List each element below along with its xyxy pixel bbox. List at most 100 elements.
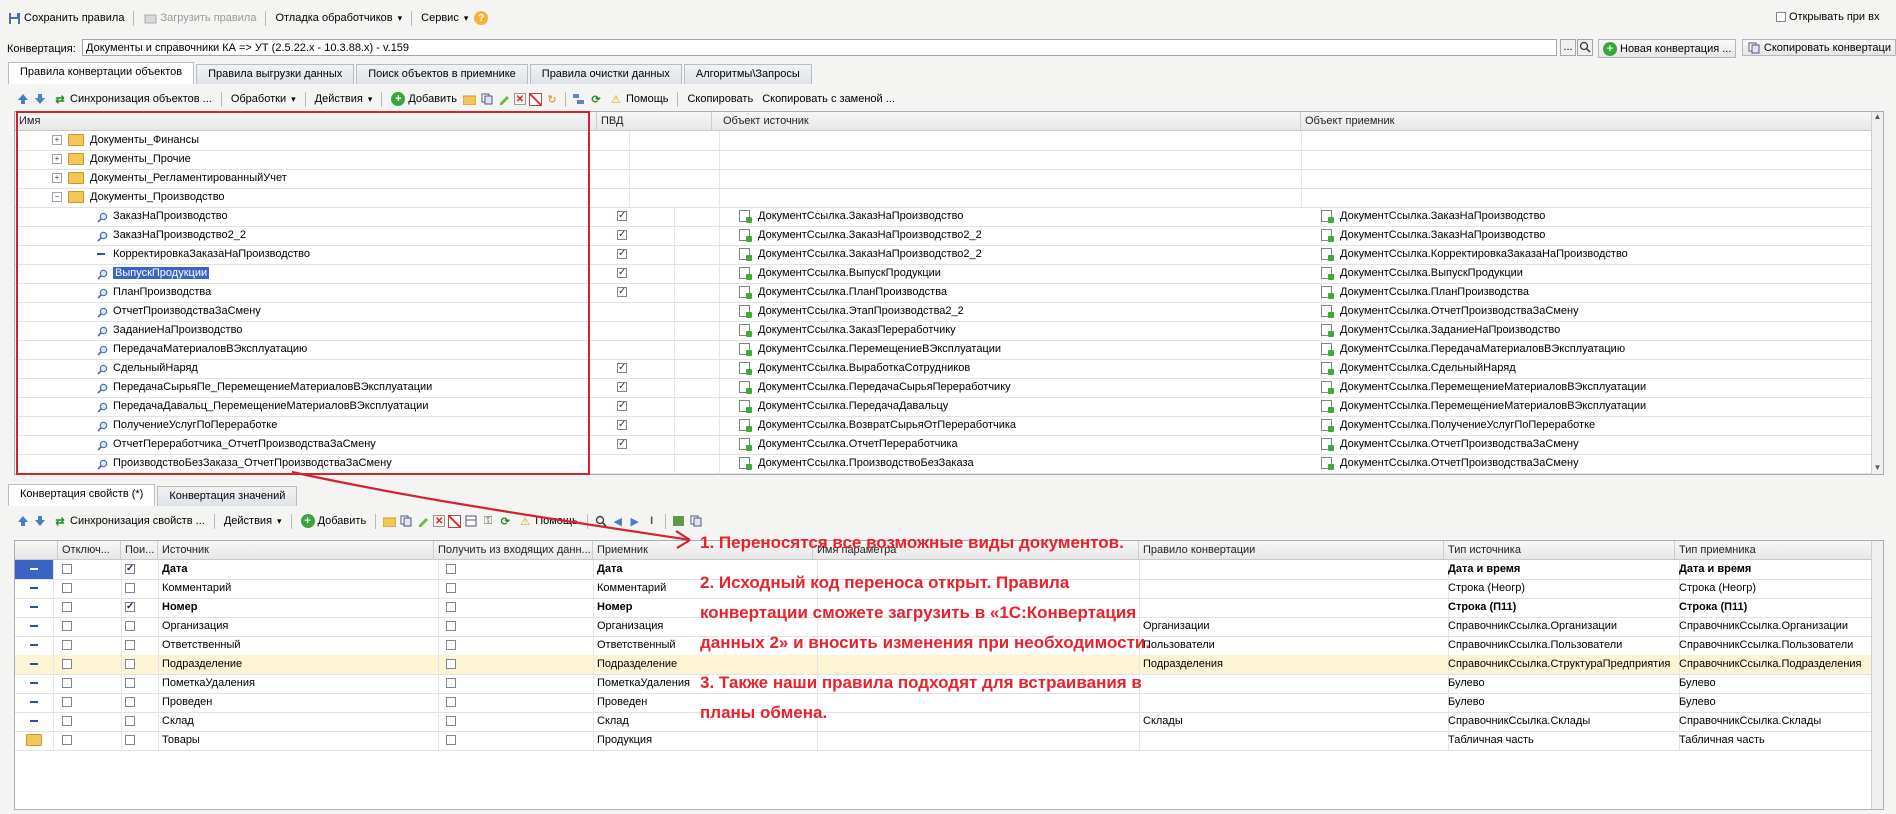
arrow-down-icon[interactable] <box>33 92 47 106</box>
table-row[interactable]: ОтчетПроизводстваЗаСмену ДокументСсылка.Э… <box>15 302 1883 322</box>
mark-delete-icon[interactable] <box>528 92 542 106</box>
copy-conversion-button[interactable]: Скопировать конвертаци <box>1742 39 1896 56</box>
service-menu[interactable]: Сервис <box>418 9 471 27</box>
refresh-icon[interactable]: ⟳ <box>498 514 512 528</box>
edit-pencil-icon[interactable] <box>497 92 511 106</box>
table-row[interactable]: ПередачаСырьяПе_ПеремещениеМатериаловВЭк… <box>15 378 1883 398</box>
copy-row-icon[interactable] <box>480 92 494 106</box>
search-checkbox[interactable] <box>125 716 135 726</box>
column-header-source-type[interactable]: Тип источника <box>1444 541 1675 559</box>
copy-row-icon[interactable] <box>399 514 413 528</box>
sync-properties-button[interactable]: ⇄ Синхронизация свойств ... <box>50 512 208 530</box>
from-incoming-checkbox[interactable] <box>446 735 456 745</box>
processing-menu[interactable]: Обработки <box>228 90 299 108</box>
scroll-up-arrow[interactable]: ▲ <box>1872 112 1883 121</box>
open-on-start-option[interactable]: Открывать при вх <box>1776 11 1894 23</box>
lower-actions-menu[interactable]: Действия <box>221 512 285 530</box>
load-rules-button[interactable]: Загрузить правила <box>140 9 259 27</box>
disabled-checkbox[interactable] <box>62 735 72 745</box>
arrow-up-icon[interactable] <box>16 514 30 528</box>
vertical-scrollbar[interactable]: ▲ ▼ <box>1871 112 1883 474</box>
copy-button[interactable]: Скопировать <box>684 90 756 108</box>
save-rules-button[interactable]: Сохранить правила <box>4 9 127 27</box>
pvd-checkbox[interactable]: ✓ <box>617 401 627 411</box>
copy-settings-icon[interactable] <box>689 514 703 528</box>
actions-menu[interactable]: Действия <box>312 90 376 108</box>
table-row[interactable]: ПланПроизводства ✓ ДокументСсылка.ПланПрои… <box>15 283 1883 303</box>
mark-delete-icon[interactable] <box>448 514 462 528</box>
expand-toggle-icon[interactable]: − <box>52 192 62 203</box>
table-row[interactable]: ЗаданиеНаПроизводство ДокументСсылка.Зака… <box>15 321 1883 341</box>
tab-property-conversion[interactable]: Конвертация свойств (*) <box>8 484 156 506</box>
folder-row[interactable]: + Документы_Прочие <box>15 150 1883 170</box>
search-checkbox[interactable] <box>125 659 135 669</box>
table-row[interactable]: Проведен Проведен Булево Булево <box>15 693 1883 713</box>
search-checkbox[interactable] <box>125 583 135 593</box>
expand-toggle-icon[interactable]: + <box>52 154 62 165</box>
arrow-down-icon[interactable] <box>33 514 47 528</box>
pvd-checkbox[interactable]: ✓ <box>617 420 627 430</box>
pvd-checkbox[interactable]: ✓ <box>617 249 627 259</box>
structure-icon[interactable] <box>572 92 586 106</box>
tab-algorithms[interactable]: Алгоритмы\Запросы <box>683 64 812 84</box>
search-checkbox[interactable] <box>125 678 135 688</box>
conversion-search-button[interactable] <box>1577 39 1593 56</box>
save-settings-icon[interactable] <box>672 514 686 528</box>
column-header-from-incoming[interactable]: Получить из входящих данн... <box>434 541 593 559</box>
pvd-checkbox[interactable]: ✓ <box>617 211 627 221</box>
disabled-checkbox[interactable] <box>62 678 72 688</box>
conversion-field[interactable]: Документы и справочники КА => УТ (2.5.22… <box>82 39 1557 56</box>
from-incoming-checkbox[interactable] <box>446 621 456 631</box>
column-header-pvd[interactable]: ПВД <box>597 112 712 130</box>
search-checkbox[interactable] <box>125 735 135 745</box>
arrow-up-icon[interactable] <box>16 92 30 106</box>
from-incoming-checkbox[interactable] <box>446 583 456 593</box>
delete-icon[interactable]: ✕ <box>433 515 446 527</box>
tab-target-search[interactable]: Поиск объектов в приемнике <box>356 64 528 84</box>
vertical-scrollbar[interactable] <box>1871 541 1883 809</box>
tab-value-conversion[interactable]: Конвертация значений <box>157 486 298 506</box>
text-cursor-icon[interactable]: I <box>645 514 659 528</box>
open-on-start-checkbox[interactable] <box>1776 12 1786 22</box>
add-folder-icon[interactable] <box>382 514 396 528</box>
table-icon[interactable] <box>464 514 478 528</box>
disabled-checkbox[interactable] <box>62 602 72 612</box>
conversion-select-button[interactable]: ... <box>1560 39 1576 56</box>
add-button[interactable]: + Добавить <box>388 90 460 108</box>
refresh-icon[interactable]: ⟳ <box>589 92 603 106</box>
pvd-checkbox[interactable]: ✓ <box>617 230 627 240</box>
column-header-source[interactable]: Источник <box>158 541 434 559</box>
table-row[interactable]: ПроизводствоБезЗаказа_ОтчетПроизводстваЗ… <box>15 454 1883 474</box>
from-incoming-checkbox[interactable] <box>446 697 456 707</box>
from-incoming-checkbox[interactable] <box>446 678 456 688</box>
lower-help-button[interactable]: ⚠ Помощь <box>515 512 581 530</box>
tab-cleanup-rules[interactable]: Правила очистки данных <box>529 64 682 84</box>
copy-replace-button[interactable]: Скопировать с заменой ... <box>759 90 898 108</box>
pvd-checkbox[interactable]: ✓ <box>617 268 627 278</box>
check-icon[interactable]: ↻ <box>545 92 559 106</box>
disabled-checkbox[interactable] <box>62 659 72 669</box>
table-row[interactable]: ПередачаДавальц_ПеремещениеМатериаловВЭк… <box>15 397 1883 417</box>
tab-export-rules[interactable]: Правила выгрузки данных <box>196 64 355 84</box>
arrow-right-icon[interactable]: ▶ <box>628 514 642 528</box>
column-header-search[interactable]: Пои... <box>121 541 158 559</box>
from-incoming-checkbox[interactable] <box>446 564 456 574</box>
add-folder-icon[interactable] <box>463 92 477 106</box>
expand-toggle-icon[interactable]: + <box>52 135 62 146</box>
disabled-checkbox[interactable] <box>62 640 72 650</box>
lower-add-button[interactable]: + Добавить <box>298 512 370 530</box>
table-row[interactable]: ПередачаМатериаловВЭксплуатацию ДокументС… <box>15 340 1883 360</box>
disabled-checkbox[interactable] <box>62 697 72 707</box>
help-question-icon[interactable]: ? <box>474 11 489 25</box>
column-header-disabled[interactable]: Отключ... <box>58 541 121 559</box>
lock-icon[interactable]: ⚿ <box>481 514 495 528</box>
table-row[interactable]: ПолучениеУслугПоПереработке ✓ ДокументСсыл… <box>15 416 1883 436</box>
pvd-checkbox[interactable]: ✓ <box>617 439 627 449</box>
table-row[interactable]: ОтчетПереработчика_ОтчетПроизводстваЗаСм… <box>15 435 1883 455</box>
disabled-checkbox[interactable] <box>62 583 72 593</box>
from-incoming-checkbox[interactable] <box>446 640 456 650</box>
search-checkbox[interactable]: ✓ <box>125 602 135 612</box>
debug-handlers-menu[interactable]: Отладка обработчиков <box>272 9 405 27</box>
disabled-checkbox[interactable] <box>62 621 72 631</box>
column-header-source[interactable]: Объект источник <box>719 112 1301 130</box>
